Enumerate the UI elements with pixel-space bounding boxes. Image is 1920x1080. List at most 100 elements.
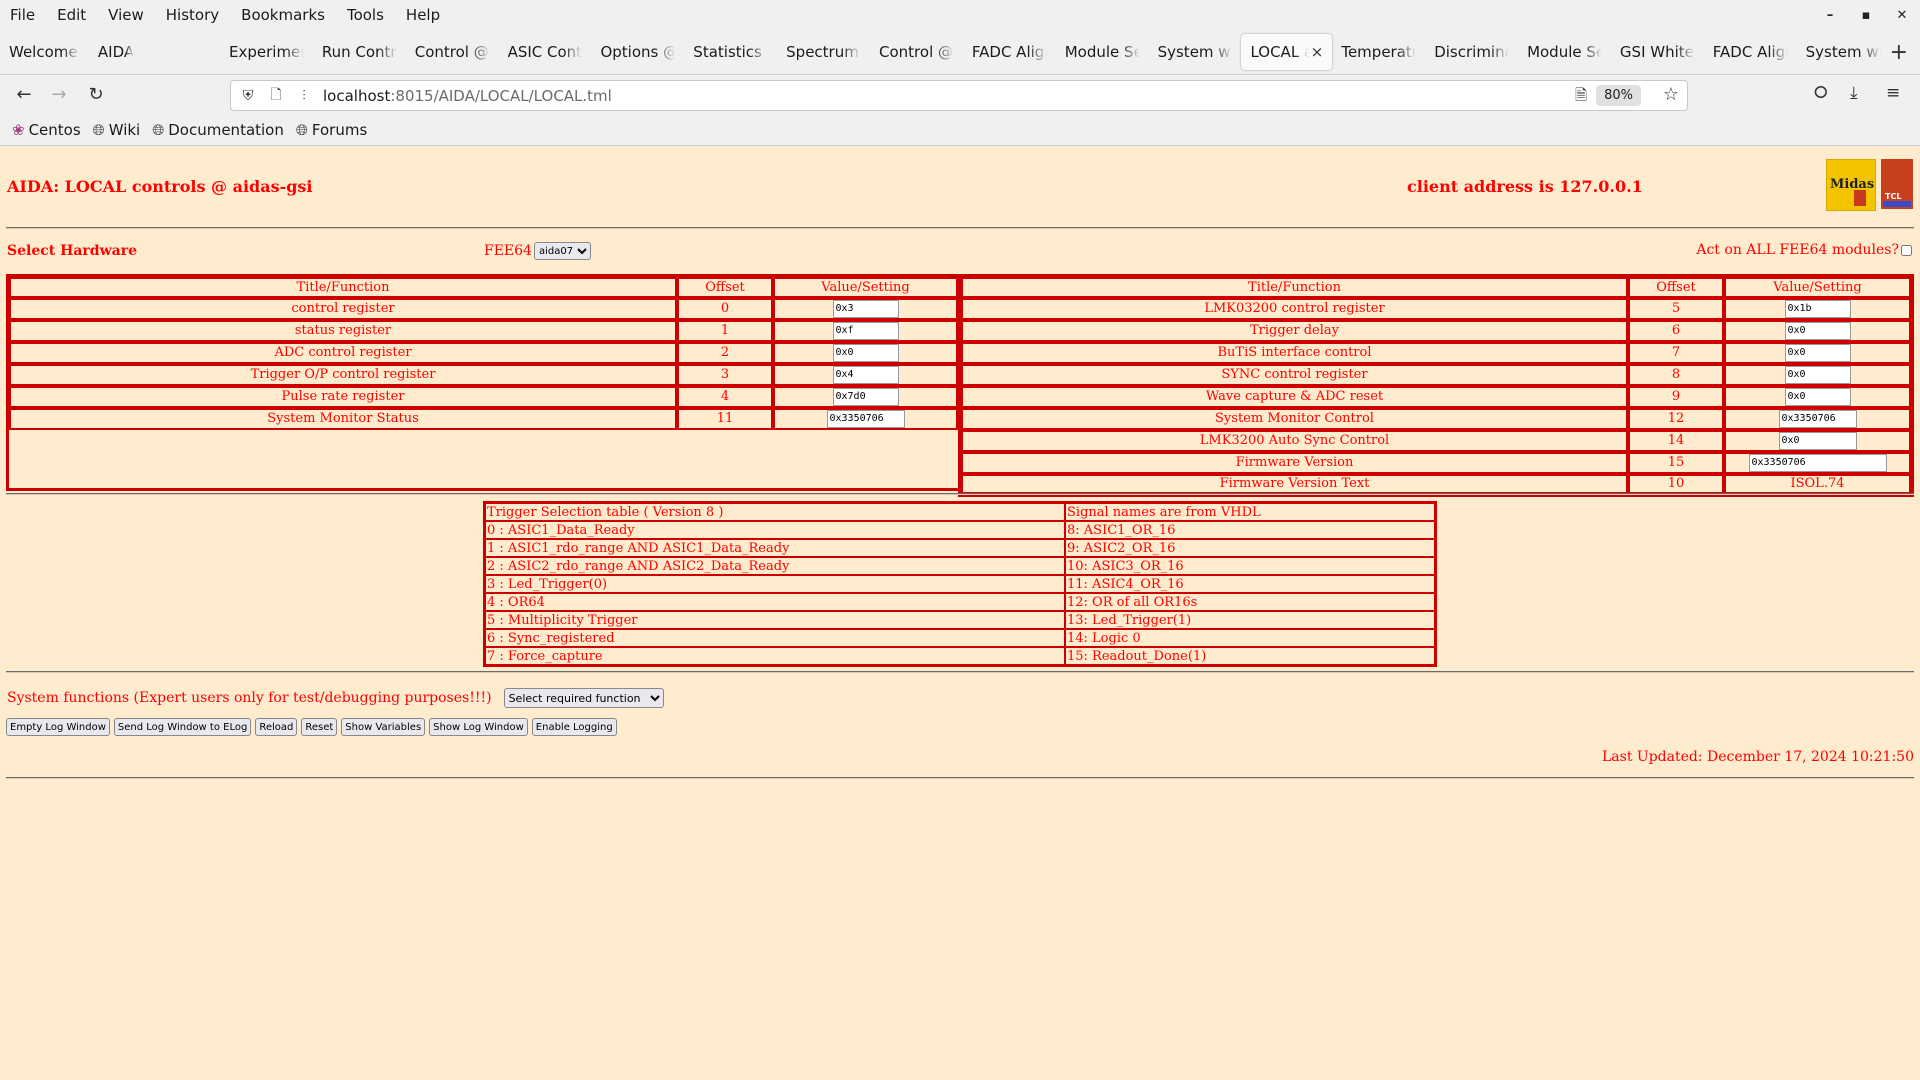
register-value-input[interactable] bbox=[1784, 365, 1851, 384]
trigger-row: 6 : Sync_registered 14: Logic 0 bbox=[485, 629, 1435, 647]
menu-history[interactable]: History bbox=[155, 6, 230, 24]
register-value-cell bbox=[773, 319, 958, 342]
system-functions: System functions (Expert users only for … bbox=[7, 688, 664, 708]
trigger-row: 5 : Multiplicity Trigger 13: Led_Trigger(… bbox=[485, 611, 1435, 629]
tab-8[interactable]: Spectrum B bbox=[777, 34, 870, 70]
trigger-entry: 2 : ASIC2_rdo_range AND ASIC2_Data_Ready bbox=[485, 557, 1065, 575]
trigger-entry: 7 : Force_capture bbox=[485, 647, 1065, 665]
trigger-row: 2 : ASIC2_rdo_range AND ASIC2_Data_Ready… bbox=[485, 557, 1435, 575]
register-value-input[interactable] bbox=[832, 387, 899, 406]
register-value-input[interactable] bbox=[832, 365, 899, 384]
register-value-input[interactable] bbox=[832, 343, 899, 362]
tab-12[interactable]: System wid bbox=[1149, 34, 1242, 70]
register-row: System Monitor Control 12 bbox=[961, 407, 1911, 430]
register-value-input[interactable] bbox=[1784, 321, 1851, 340]
tab-label: System wid bbox=[1157, 43, 1233, 61]
tab-0[interactable]: Welcome to bbox=[0, 34, 89, 70]
tab-7[interactable]: Statistics @ bbox=[684, 34, 777, 70]
tab-label: Control @ a bbox=[414, 43, 490, 61]
tab-1[interactable]: AIDA bbox=[89, 34, 168, 70]
tab-2[interactable]: Experiment bbox=[220, 34, 313, 70]
pocket-icon[interactable]: ⭘ bbox=[1814, 83, 1828, 103]
hamburger-menu-icon[interactable]: ≡ bbox=[1886, 83, 1900, 103]
show-variables-button[interactable]: Show Variables bbox=[341, 718, 426, 736]
trigger-entry: 0 : ASIC1_Data_Ready bbox=[485, 521, 1065, 539]
forward-icon[interactable]: → bbox=[45, 81, 73, 109]
register-value-input[interactable] bbox=[1784, 343, 1851, 362]
tab-16[interactable]: Module Set bbox=[1518, 34, 1611, 70]
enable-logging-button[interactable]: Enable Logging bbox=[531, 718, 617, 736]
tab-19[interactable]: System wid bbox=[1797, 34, 1890, 70]
fee64-select[interactable]: aida07 bbox=[533, 242, 591, 260]
menu-file[interactable]: File bbox=[0, 6, 46, 24]
register-value-input[interactable] bbox=[1778, 431, 1857, 450]
globe-icon: 🌐︎ bbox=[295, 120, 308, 139]
url-bar[interactable]: ⛨ 🗋 ⫶ localhost:8015/AIDA/LOCAL/LOCAL.tm… bbox=[230, 80, 1688, 111]
register-value-input[interactable] bbox=[826, 409, 905, 428]
download-icon[interactable]: ⤓ bbox=[1850, 83, 1858, 103]
reset-button[interactable]: Reset bbox=[301, 718, 338, 736]
tab-15[interactable]: Discriminat bbox=[1425, 34, 1518, 70]
register-title: Firmware Version Text bbox=[961, 473, 1628, 495]
register-offset: 5 bbox=[1628, 297, 1724, 320]
register-title: Wave capture & ADC reset bbox=[961, 385, 1628, 408]
bookmark-star-icon[interactable]: ☆ bbox=[1663, 84, 1679, 105]
tab-3[interactable]: Run Control bbox=[313, 34, 406, 70]
show-log-window-button[interactable]: Show Log Window bbox=[429, 718, 528, 736]
bookmark-forums[interactable]: 🌐︎ Forums bbox=[296, 121, 367, 139]
tab-label: Control @ a bbox=[879, 43, 954, 61]
menu-bookmarks[interactable]: Bookmarks bbox=[230, 6, 336, 24]
register-value-input[interactable] bbox=[1784, 299, 1851, 318]
send-log-to-elog-button[interactable]: Send Log Window to ELog bbox=[113, 718, 252, 736]
tab-5[interactable]: ASIC Contr bbox=[499, 34, 592, 70]
shield-icon[interactable]: ⛨ bbox=[237, 88, 259, 104]
tab-14[interactable]: Temperatur bbox=[1332, 34, 1425, 70]
tab-18[interactable]: FADC Align bbox=[1704, 34, 1797, 70]
reload-button[interactable]: Reload bbox=[255, 718, 298, 736]
tab-10[interactable]: FADC Align bbox=[963, 34, 1056, 70]
url-host: localhost bbox=[323, 86, 391, 105]
tab-11[interactable]: Module Set bbox=[1056, 34, 1149, 70]
act-on-all-checkbox[interactable] bbox=[1901, 244, 1912, 256]
zoom-level[interactable]: 80% bbox=[1596, 85, 1641, 106]
new-tab-button[interactable]: + bbox=[1890, 40, 1908, 65]
register-value-input[interactable] bbox=[1784, 387, 1851, 406]
close-window-icon[interactable]: ✕ bbox=[1884, 8, 1920, 23]
menu-tools[interactable]: Tools bbox=[336, 6, 395, 24]
register-row: Firmware Version Text 10 ISOL.74 bbox=[961, 473, 1911, 495]
bookmark-wiki[interactable]: 🌐︎ Wiki bbox=[93, 121, 141, 139]
trigger-entry: 10: ASIC3_OR_16 bbox=[1065, 557, 1435, 575]
bookmark-documentation[interactable]: 🌐︎ Documentation bbox=[152, 121, 284, 139]
tab-17[interactable]: GSI White R bbox=[1611, 34, 1704, 70]
table-header-row: Title/Function Offset Value/Setting bbox=[961, 277, 1911, 298]
minimize-icon[interactable]: – bbox=[1812, 8, 1848, 23]
register-value-cell bbox=[773, 363, 958, 386]
system-function-select[interactable]: Select required function bbox=[503, 688, 664, 708]
menu-view[interactable]: View bbox=[97, 6, 155, 24]
tab-bar: Welcome to AIDA Experiment Run Control Contr… bbox=[0, 30, 1920, 74]
register-offset: 10 bbox=[1628, 473, 1724, 495]
divider bbox=[6, 493, 1914, 495]
tab-13[interactable]: LOCAL ar× bbox=[1241, 34, 1333, 70]
register-value-input[interactable] bbox=[1748, 453, 1887, 472]
register-value-input[interactable] bbox=[832, 299, 899, 318]
register-row: LMK03200 control register 5 bbox=[961, 297, 1911, 320]
register-title: System Monitor Status bbox=[9, 407, 677, 430]
menu-edit[interactable]: Edit bbox=[46, 6, 97, 24]
permissions-icon[interactable]: ⫶ bbox=[293, 88, 315, 104]
register-value-input[interactable] bbox=[832, 321, 899, 340]
maximize-icon[interactable]: ▪ bbox=[1848, 8, 1884, 23]
register-value-input[interactable] bbox=[1778, 409, 1857, 428]
tab-6[interactable]: Options @ bbox=[591, 34, 684, 70]
bookmark-label: Forums bbox=[311, 120, 368, 139]
back-icon[interactable]: ← bbox=[10, 81, 38, 109]
empty-log-window-button[interactable]: Empty Log Window bbox=[6, 718, 110, 736]
trigger-row: 0 : ASIC1_Data_Ready 8: ASIC1_OR_16 bbox=[485, 521, 1435, 539]
menu-help[interactable]: Help bbox=[395, 6, 451, 24]
close-tab-icon[interactable]: × bbox=[1311, 43, 1324, 61]
tab-4[interactable]: Control @ a bbox=[406, 34, 499, 70]
reload-icon[interactable]: ↻ bbox=[82, 81, 110, 109]
tab-9[interactable]: Control @ a bbox=[870, 34, 963, 70]
reader-view-icon[interactable]: 🗎 bbox=[1575, 85, 1587, 110]
bookmark-centos[interactable]: ❀ Centos bbox=[12, 121, 81, 139]
